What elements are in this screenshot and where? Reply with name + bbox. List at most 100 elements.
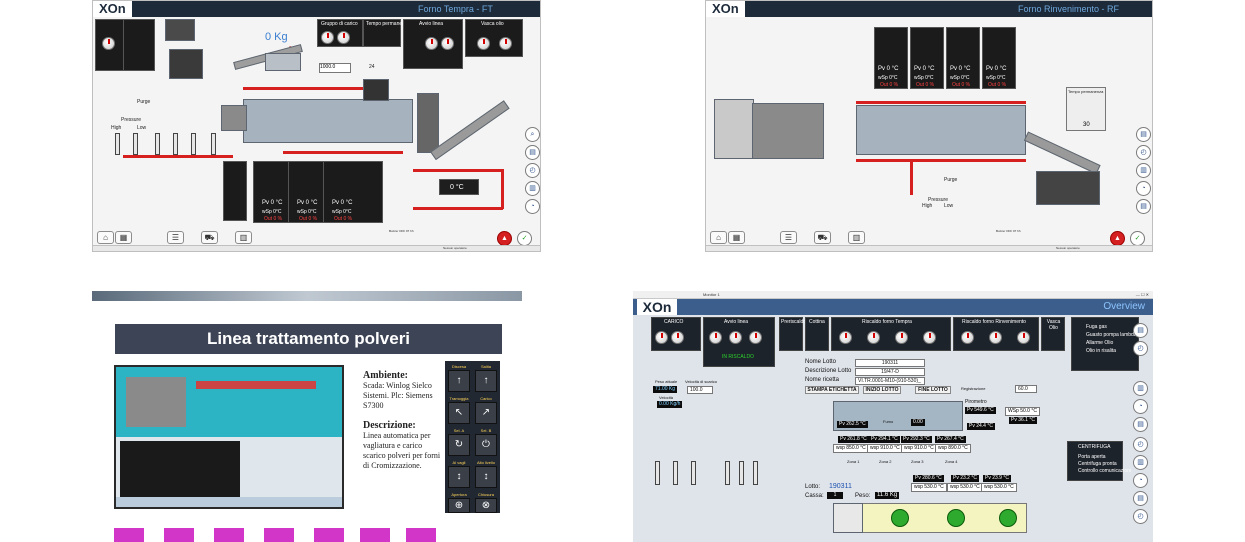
registrazione-field[interactable]: 60.0 bbox=[1015, 385, 1037, 393]
recipe-button[interactable]: ☰ bbox=[780, 231, 797, 244]
rinv-dial-2[interactable] bbox=[989, 331, 1002, 344]
side-button-4[interactable]: ◔ bbox=[1136, 181, 1151, 196]
alarm-button[interactable]: ▲ bbox=[1110, 231, 1125, 246]
control-keypad: Discesa Salita ↑ ↑ Tramoggia Carico ↖ ↗ … bbox=[445, 361, 500, 513]
truck-button[interactable]: ⛟ bbox=[814, 231, 831, 244]
side-button-5[interactable]: ▤ bbox=[1136, 199, 1151, 214]
side-button-2[interactable]: ◴ bbox=[1136, 145, 1151, 160]
confirm-button[interactable]: ✓ bbox=[1130, 231, 1145, 246]
setpoint-field[interactable]: 1000.0 bbox=[319, 63, 351, 73]
avvio-dial-2[interactable] bbox=[441, 37, 454, 50]
map-button[interactable]: ▦ bbox=[115, 231, 132, 244]
map-button[interactable]: ▦ bbox=[728, 231, 745, 244]
home-button[interactable]: ⌂ bbox=[97, 231, 114, 244]
fine-lotto-button[interactable]: FINE LOTTO bbox=[915, 386, 951, 394]
truck-button[interactable]: ⛟ bbox=[201, 231, 218, 244]
chart-button[interactable]: ▥ bbox=[848, 231, 865, 244]
side-button-2[interactable]: ◴ bbox=[1133, 341, 1148, 356]
side-button-7[interactable]: ▥ bbox=[1133, 455, 1148, 470]
zone-wsp: wSp 0°C bbox=[262, 209, 282, 215]
descr-lotto-field[interactable]: 19/47-D bbox=[855, 368, 925, 376]
side-button-6[interactable]: ◴ bbox=[1133, 437, 1148, 452]
pressure-label: Pressure bbox=[121, 117, 142, 123]
avvio-dial-1[interactable] bbox=[709, 331, 722, 344]
inizio-lotto-button[interactable]: INIZIO LOTTO bbox=[863, 386, 901, 394]
fumo-value: 0.00 bbox=[911, 419, 925, 426]
window-controls[interactable]: — ☐ ✕ bbox=[1136, 292, 1149, 297]
slide-title: Linea trattamento polveri bbox=[115, 324, 502, 354]
section-label: Gruppo di carico bbox=[321, 21, 358, 27]
vagli-button[interactable]: ↕ bbox=[448, 466, 470, 488]
scrubber-dial[interactable] bbox=[102, 37, 115, 50]
side-button-10[interactable]: ◴ bbox=[1133, 509, 1148, 524]
operator-text: Nessun operatore bbox=[1056, 246, 1080, 250]
side-button-9[interactable]: ▤ bbox=[1133, 491, 1148, 506]
side-button-3[interactable]: ◴ bbox=[525, 163, 540, 178]
carico-dial-2[interactable] bbox=[671, 331, 684, 344]
side-button-1[interactable]: ⌕ bbox=[525, 127, 540, 142]
anti-incendio-value: Pv 24.4 °C bbox=[967, 423, 995, 430]
carico-button[interactable]: ↗ bbox=[475, 402, 497, 424]
side-button-3[interactable]: ▥ bbox=[1136, 163, 1151, 178]
avvio-dial-2[interactable] bbox=[729, 331, 742, 344]
confirm-button[interactable]: ✓ bbox=[517, 231, 532, 246]
scada-screenshot bbox=[114, 365, 344, 509]
thumbnail-7[interactable] bbox=[406, 528, 436, 542]
nome-lotto-field[interactable]: 190311 bbox=[855, 359, 925, 367]
thumbnail-6[interactable] bbox=[360, 528, 390, 542]
gruppo-dial-2[interactable] bbox=[337, 31, 350, 44]
thumbnail-5[interactable] bbox=[314, 528, 344, 542]
side-button-2[interactable]: ▤ bbox=[525, 145, 540, 160]
tramoggia-button[interactable]: ↖ bbox=[448, 402, 470, 424]
tempra-dial-3[interactable] bbox=[895, 331, 908, 344]
side-button-4[interactable]: ◔ bbox=[1133, 399, 1148, 414]
gas-pipe-2 bbox=[283, 151, 403, 154]
vasca-dial-2[interactable] bbox=[499, 37, 512, 50]
alto-livello-button[interactable]: ↕ bbox=[475, 466, 497, 488]
discesa-button[interactable]: ↑ bbox=[448, 370, 470, 392]
rinv-dial-1[interactable] bbox=[961, 331, 974, 344]
centrifuga-item: Controllo comunicazioni bbox=[1078, 468, 1132, 474]
sel-b-button[interactable]: ⏻ bbox=[475, 434, 497, 456]
thumbnail-1[interactable] bbox=[114, 528, 144, 542]
home-button[interactable]: ⌂ bbox=[710, 231, 727, 244]
thumbnail-3[interactable] bbox=[214, 528, 244, 542]
side-button-4[interactable]: ▥ bbox=[525, 181, 540, 196]
carico-dial-1[interactable] bbox=[655, 331, 668, 344]
furnace-body bbox=[243, 99, 413, 143]
thumbnail-4[interactable] bbox=[264, 528, 294, 542]
tempra-dial-2[interactable] bbox=[867, 331, 880, 344]
stampa-etichetta-button[interactable]: STAMPA ETICHETTA bbox=[805, 386, 859, 394]
vasca-dial-1[interactable] bbox=[477, 37, 490, 50]
side-button-5[interactable]: ◔ bbox=[525, 199, 540, 214]
velocita-scarico-field[interactable]: 100.0 bbox=[687, 386, 713, 394]
alarm-button[interactable]: ▲ bbox=[497, 231, 512, 246]
side-button-3[interactable]: ▥ bbox=[1133, 381, 1148, 396]
avvio-dial-1[interactable] bbox=[425, 37, 438, 50]
recipe-button[interactable]: ☰ bbox=[167, 231, 184, 244]
exhaust-hood bbox=[363, 79, 389, 101]
high-label: High bbox=[111, 125, 122, 131]
tempra-dial-4[interactable] bbox=[923, 331, 936, 344]
salita-button[interactable]: ↑ bbox=[475, 370, 497, 392]
nome-ricetta-field[interactable]: VI.TR.0001-M10-(910-530)_ bbox=[855, 377, 925, 385]
chiusura-button[interactable]: ⊗ bbox=[475, 498, 497, 513]
zone-wsp-3: wsp 910.0 °C bbox=[901, 444, 937, 453]
description-block: Ambiente: Scada: Winlog Sielco Sistemi. … bbox=[363, 371, 445, 471]
avvio-dial-3[interactable] bbox=[749, 331, 762, 344]
apertura-button[interactable]: ⊕ bbox=[448, 498, 470, 513]
side-button-5[interactable]: ▤ bbox=[1133, 417, 1148, 432]
alarm-item: Olio in risalita bbox=[1086, 348, 1117, 354]
side-button-1[interactable]: ▤ bbox=[1136, 127, 1151, 142]
side-button-8[interactable]: ◔ bbox=[1133, 473, 1148, 488]
gruppo-dial-1[interactable] bbox=[321, 31, 334, 44]
tempra-dial-1[interactable] bbox=[839, 331, 852, 344]
sel-a-button[interactable]: ↻ bbox=[448, 434, 470, 456]
centrifuga-label: CENTRIFUGA bbox=[1078, 444, 1111, 450]
zone-pv-1: Pv 261.8 °C bbox=[838, 436, 869, 443]
rinv-dial-3[interactable] bbox=[1017, 331, 1030, 344]
side-button-1[interactable]: ▤ bbox=[1133, 323, 1148, 338]
rinv-pv-2: Pv 23.2 °C bbox=[951, 475, 979, 482]
chart-button[interactable]: ▥ bbox=[235, 231, 252, 244]
thumbnail-2[interactable] bbox=[164, 528, 194, 542]
